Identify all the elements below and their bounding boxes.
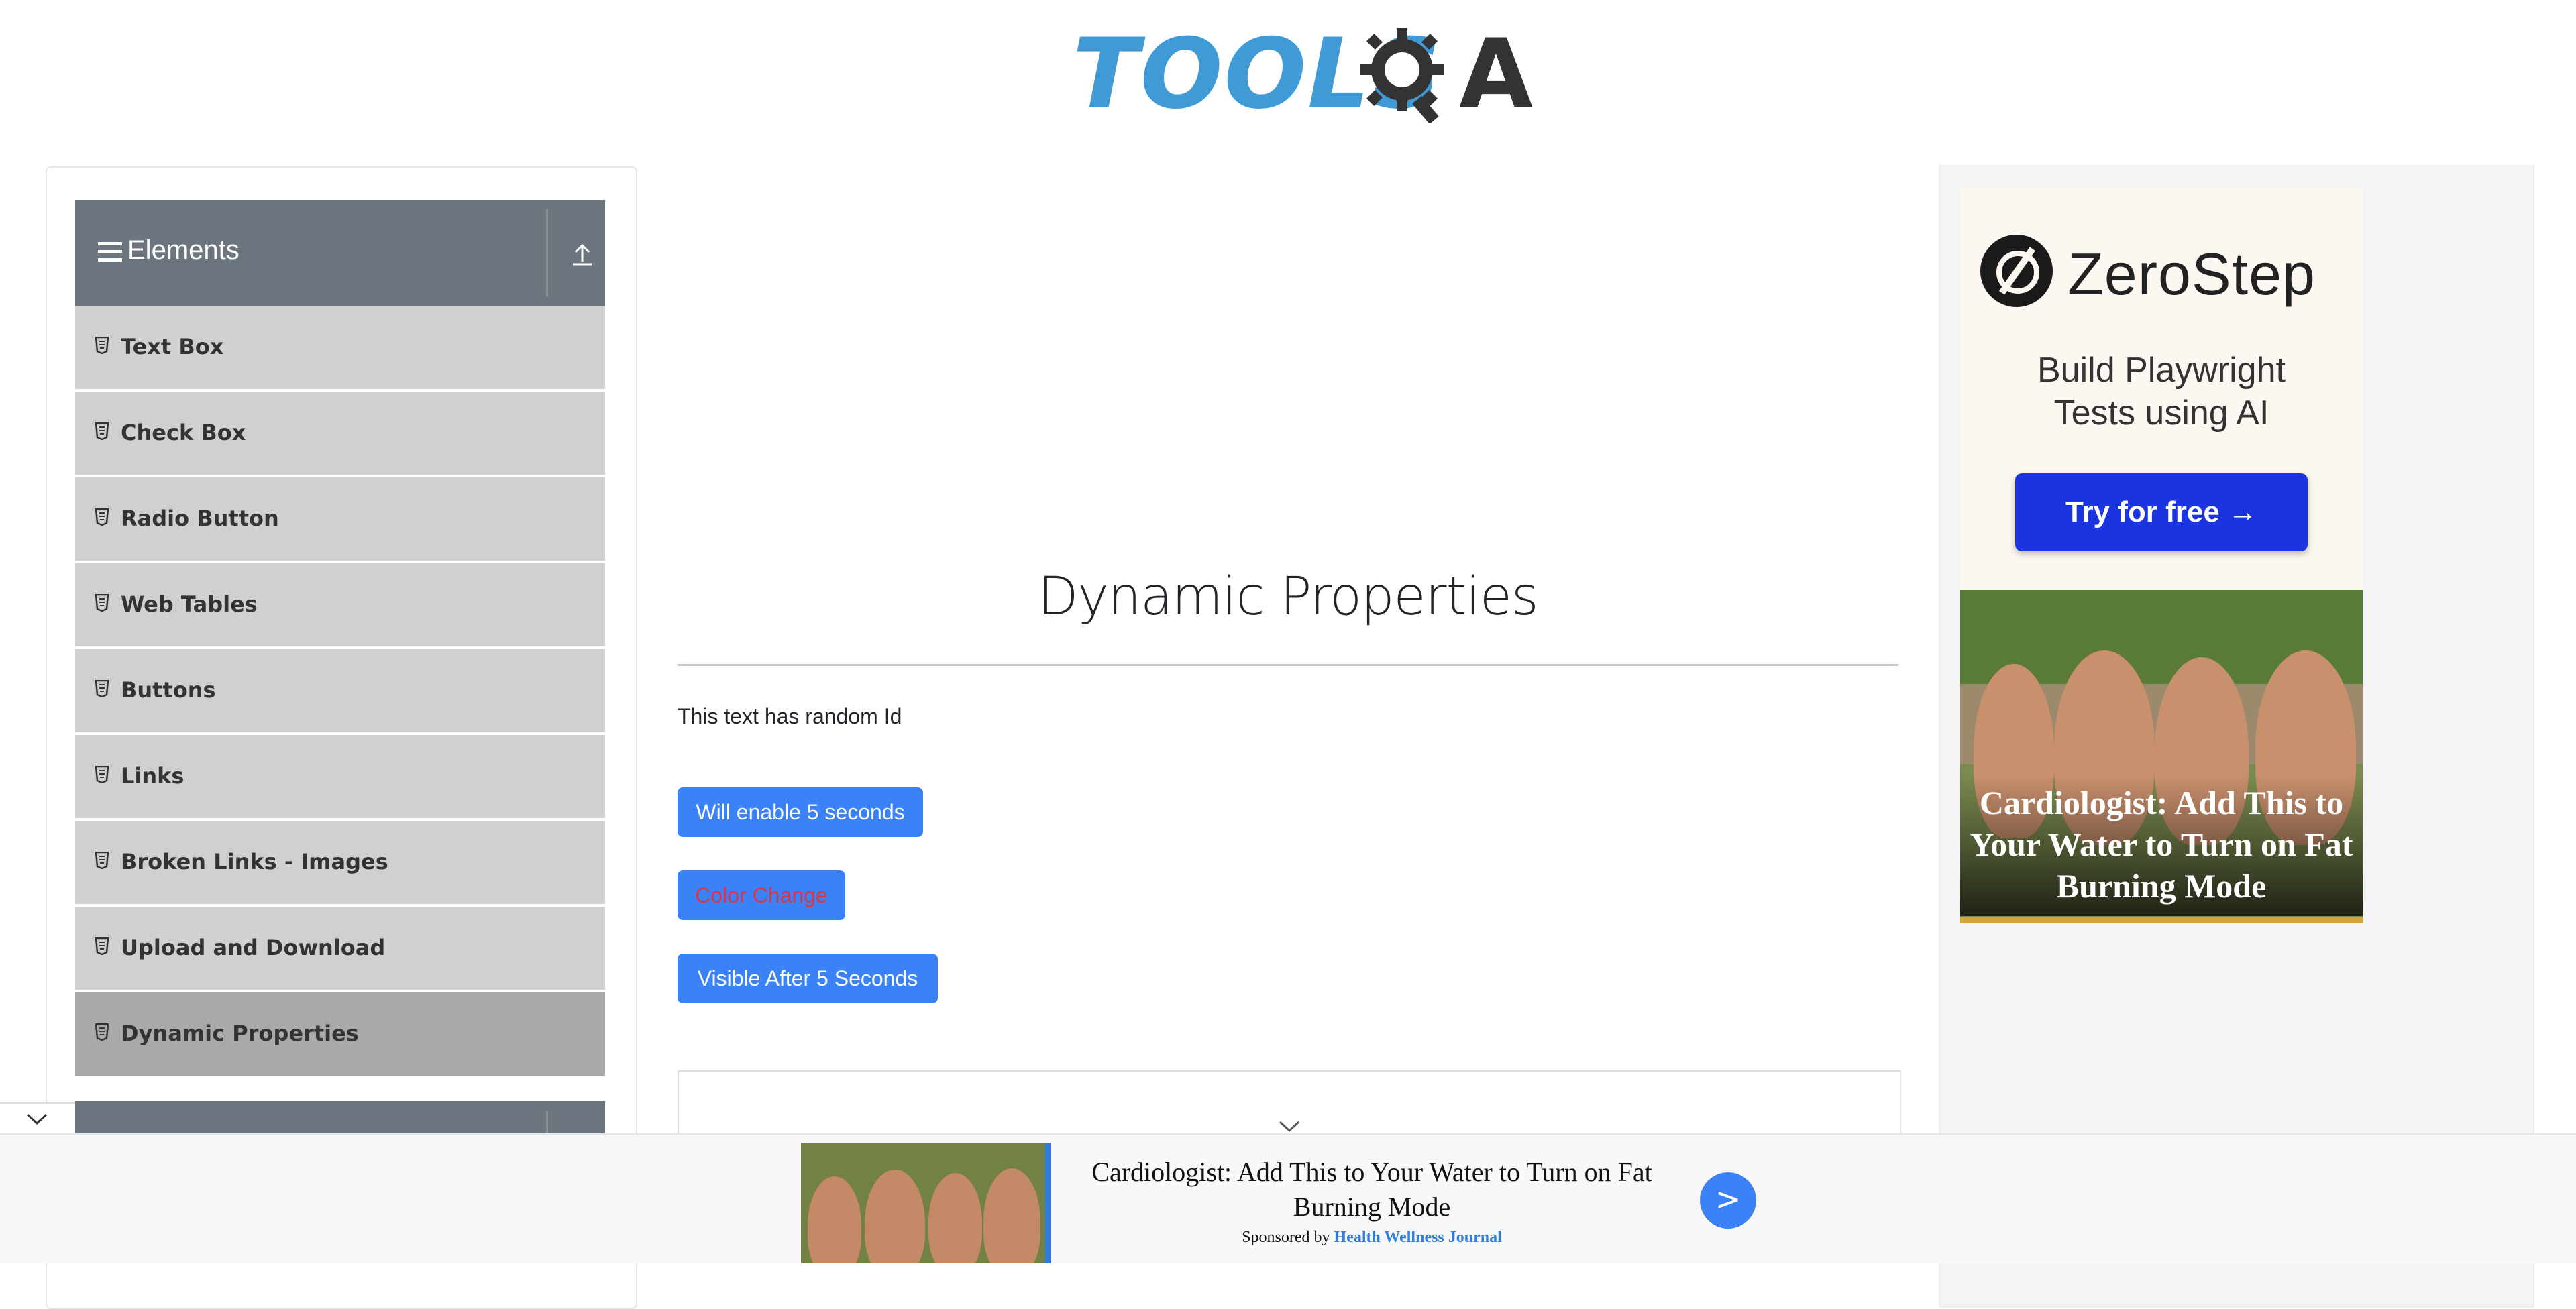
top-ad-slot <box>678 168 1898 503</box>
html5-icon <box>95 1023 109 1041</box>
sponsored-prefix: Sponsored by <box>1242 1229 1330 1246</box>
sidebar-item-label: Text Box <box>121 334 224 359</box>
bottom-ad-headline[interactable]: Cardiologist: Add This to Your Water to … <box>1080 1155 1664 1225</box>
sidebar-item-label: Links <box>121 763 184 789</box>
upload-icon[interactable] <box>569 241 596 268</box>
sidebar-item-radio-button[interactable]: Radio Button <box>75 477 605 563</box>
sidebar-item-dynamic-properties[interactable]: Dynamic Properties <box>75 992 605 1078</box>
html5-icon <box>95 680 109 697</box>
ad-go-button[interactable]: > <box>1700 1172 1756 1229</box>
header-divider <box>546 209 548 296</box>
sidebar-item-label: Check Box <box>121 420 246 445</box>
elements-menu: Text Box Check Box Radio Button Web Tabl… <box>75 306 605 1078</box>
zerostep-logo-icon <box>1980 235 2053 307</box>
bottom-sticky-ad[interactable]: Cardiologist: Add This to Your Water to … <box>0 1133 2576 1263</box>
ad-brand: ZeroStep <box>2068 241 2316 307</box>
ad-tagline-line2: Tests using AI <box>2053 394 2269 433</box>
html5-icon <box>95 422 109 440</box>
ad-accent-bar <box>1960 917 2363 923</box>
ad-photo-person <box>983 1168 1040 1263</box>
page-title: Dynamic Properties <box>1038 567 1539 627</box>
bottom-ad-sponsor-line: Sponsored by Health Wellness Journal <box>1080 1229 1664 1247</box>
logo-text-a: A <box>1459 19 1533 129</box>
html5-icon <box>95 766 109 783</box>
html5-icon <box>95 594 109 612</box>
ad-caption: Cardiologist: Add This to Your Water to … <box>1960 775 2363 916</box>
sidebar-item-label: Radio Button <box>121 506 279 531</box>
sponsor-link[interactable]: Health Wellness Journal <box>1334 1229 1502 1246</box>
chevron-down-icon <box>26 1113 48 1125</box>
sidebar-item-web-tables[interactable]: Web Tables <box>75 563 605 649</box>
visible-after-button[interactable]: Visible After 5 Seconds <box>678 954 938 1003</box>
gear-magnifier-icon <box>1360 28 1444 123</box>
elements-group-header[interactable]: Elements <box>75 200 605 306</box>
group-title: Elements <box>127 235 239 265</box>
enable-after-button[interactable]: Will enable 5 seconds <box>678 787 923 837</box>
sidebar-item-buttons[interactable]: Buttons <box>75 649 605 735</box>
cardiologist-ad[interactable]: Cardiologist: Add This to Your Water to … <box>1960 590 2363 923</box>
sidebar-item-links[interactable]: Links <box>75 735 605 821</box>
ad-tagline-line1: Build Playwright <box>2037 351 2286 390</box>
html5-icon <box>95 937 109 955</box>
sidebar-item-label: Web Tables <box>121 591 258 617</box>
toolsqa-logo[interactable]: TOOLS A <box>1073 20 1533 124</box>
sidebar-item-text-box[interactable]: Text Box <box>75 306 605 392</box>
sidebar-item-upload-download[interactable]: Upload and Download <box>75 907 605 992</box>
title-divider <box>678 664 1898 666</box>
ad-photo-person <box>928 1173 982 1263</box>
scroll-toggle[interactable] <box>0 1102 75 1137</box>
zerostep-ad[interactable]: ZeroStep Build Playwright Tests using AI… <box>1960 188 2363 590</box>
sidebar-item-label: Upload and Download <box>121 935 386 960</box>
sidebar-item-label: Broken Links - Images <box>121 849 388 874</box>
site-header: TOOLS A <box>0 0 2576 134</box>
sidebar-item-check-box[interactable]: Check Box <box>75 392 605 477</box>
color-change-button[interactable]: Color Change <box>678 870 845 920</box>
ad-photo-person <box>808 1176 861 1263</box>
chevron-down-icon <box>1279 1121 1300 1133</box>
sidebar-item-broken-links[interactable]: Broken Links - Images <box>75 821 605 907</box>
sidebar-item-label: Buttons <box>121 677 216 703</box>
sidebar-item-label: Dynamic Properties <box>121 1021 359 1046</box>
ad-tagline: Build Playwright Tests using AI <box>1960 349 2363 435</box>
html5-icon <box>95 508 109 526</box>
random-id-text: This text has random Id <box>678 704 902 728</box>
html5-icon <box>95 337 109 354</box>
bottom-ad-photo[interactable] <box>801 1143 1051 1263</box>
hamburger-icon <box>98 242 122 262</box>
html5-icon <box>95 852 109 869</box>
ad-photo-person <box>865 1170 925 1263</box>
try-for-free-button[interactable]: Try for free → <box>2015 473 2308 551</box>
